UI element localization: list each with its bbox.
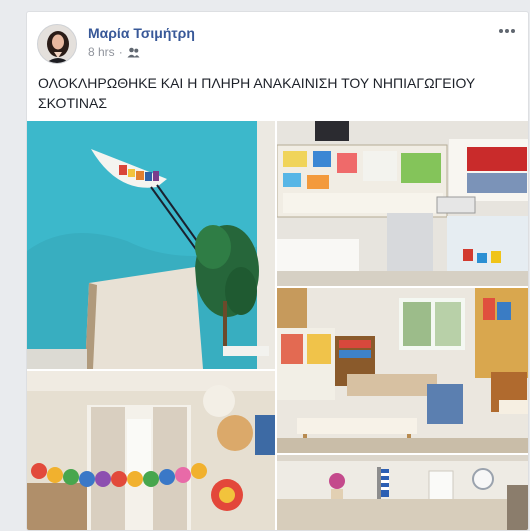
classroom-photo bbox=[277, 288, 528, 453]
more-options-button[interactable] bbox=[496, 22, 518, 40]
window-garland-photo bbox=[27, 371, 275, 530]
meta-separator: · bbox=[118, 45, 123, 59]
post-photo[interactable] bbox=[277, 121, 528, 286]
more-dot bbox=[499, 29, 503, 33]
more-dot bbox=[505, 29, 509, 33]
author-name[interactable]: Μαρία Τσιμήτρη bbox=[88, 25, 195, 41]
mural-photo bbox=[27, 121, 275, 369]
post-photo[interactable] bbox=[277, 455, 528, 530]
post-text: ΟΛΟΚΛΗΡΩΘΗΚΕ ΚΑΙ Η ΠΛΗΡΗ ΑΝΑΚΑΙΝΙΣΗ ΤΟΥ … bbox=[38, 75, 476, 111]
avatar[interactable] bbox=[37, 24, 77, 64]
post-card: Μαρία Τσιμήτρη 8 hrs · ΟΛΟΚΛΗΡΩΘΗΚΕ ΚΑΙ … bbox=[26, 11, 529, 531]
post-photo[interactable] bbox=[27, 371, 275, 530]
more-dot bbox=[511, 29, 515, 33]
post-photo[interactable] bbox=[27, 121, 275, 369]
classroom-wall-photo bbox=[277, 121, 528, 286]
post-meta: 8 hrs · bbox=[88, 45, 140, 59]
profile-photo bbox=[38, 25, 76, 63]
post-photo[interactable] bbox=[277, 288, 528, 453]
post-timestamp[interactable]: 8 hrs bbox=[88, 45, 115, 59]
corner-flag-photo bbox=[277, 455, 528, 530]
friends-icon[interactable] bbox=[127, 47, 140, 58]
